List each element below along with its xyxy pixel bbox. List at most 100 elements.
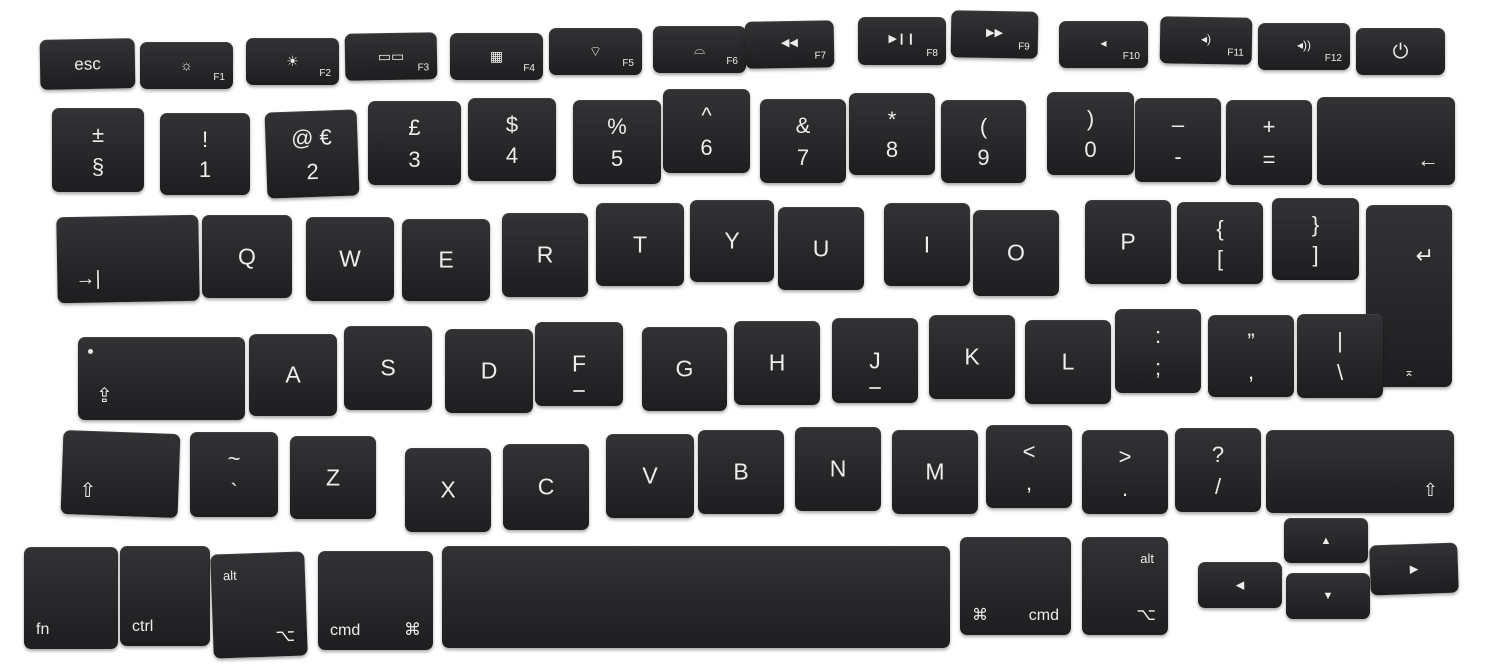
return-icon: ↵: [1415, 243, 1434, 268]
key-arrow-right: ▶: [1369, 542, 1459, 596]
key-label: F1: [213, 72, 225, 83]
key-legend: .: [1121, 476, 1129, 501]
arrow-up-icon: ▲: [1320, 534, 1332, 547]
key-shift-legend: ?: [1211, 442, 1225, 467]
key-legend: ]: [1312, 242, 1319, 267]
option-icon: ⌥: [275, 625, 296, 646]
key-f9: ▶▶ F9: [950, 10, 1039, 59]
key-quote: ” ,: [1208, 315, 1294, 397]
key-legend: V: [642, 462, 658, 489]
key-label: F10: [1122, 51, 1140, 62]
key-legend: esc: [74, 54, 101, 74]
key-n: N: [795, 427, 881, 511]
key-legend: 3: [408, 147, 421, 172]
key-legend: =: [1262, 147, 1276, 172]
key-v: V: [606, 434, 694, 518]
key-label: F2: [319, 68, 331, 79]
key-shift-legend: !: [201, 127, 209, 152]
key-shift-legend: +: [1262, 114, 1276, 139]
key-legend: P: [1120, 228, 1136, 255]
key-label: F5: [622, 58, 634, 69]
key-legend: A: [285, 361, 301, 388]
key-f: F: [535, 322, 623, 406]
key-legend: 2: [306, 158, 320, 185]
command-icon: ⌘: [972, 607, 988, 624]
key-arrow-left: ◀: [1198, 562, 1282, 608]
key-legend: Y: [724, 227, 740, 254]
key-c: C: [503, 444, 589, 530]
key-shift-legend: }: [1311, 212, 1320, 237]
key-backslash: | \: [1297, 314, 1383, 398]
home-row-bump: [869, 387, 881, 389]
key-legend: T: [632, 231, 648, 257]
key-caps-lock: ⇪: [78, 337, 245, 420]
key-space: [442, 546, 950, 648]
key-k: K: [929, 315, 1015, 399]
key-shift-legend: :: [1154, 323, 1162, 348]
key-legend: 4: [505, 143, 519, 168]
key-left-brace: { [: [1177, 202, 1263, 284]
key-a: A: [249, 334, 337, 416]
key-label: F7: [814, 50, 827, 62]
mute-icon: ◂: [1100, 36, 1107, 50]
key-o: O: [973, 210, 1059, 296]
key-z: Z: [290, 436, 376, 519]
key-arrow-up: ▲: [1284, 518, 1368, 563]
key-legend: 7: [796, 145, 810, 170]
key-legend: 0: [1084, 137, 1097, 162]
key-f12: ◂)) F12: [1258, 23, 1350, 70]
command-icon: ⌘: [404, 620, 421, 639]
key-legend: 9: [977, 145, 990, 170]
key-1: ! 1: [160, 113, 250, 195]
caps-indicator-dot: [88, 349, 93, 354]
key-legend: alt: [1140, 551, 1154, 566]
key-7: & 7: [760, 99, 846, 183]
key-semicolon: : ;: [1115, 309, 1201, 393]
key-legend: O: [1007, 239, 1025, 266]
key-minus: – -: [1135, 98, 1221, 182]
key-legend: F: [571, 350, 587, 377]
key-0: ) 0: [1047, 92, 1134, 175]
key-legend: cmd: [1028, 607, 1059, 624]
key-legend: S: [380, 354, 396, 381]
key-shift-legend: @ €: [290, 124, 333, 151]
key-arrow-down: ▼: [1286, 573, 1370, 619]
arrow-left-icon: ◀: [1235, 579, 1245, 592]
key-f8: ▶❙❙ F8: [858, 17, 946, 65]
key-y: Y: [690, 200, 774, 282]
key-w: W: [306, 217, 394, 301]
key-right-cmd: cmd ⌘: [960, 537, 1071, 635]
key-f11: ◂) F11: [1159, 16, 1253, 65]
key-legend: `: [230, 479, 238, 504]
key-right-alt: alt ⌥: [1082, 537, 1168, 635]
key-greater-than: > .: [1082, 430, 1168, 514]
shift-icon: ⇧: [1422, 480, 1438, 500]
key-question: ? /: [1175, 428, 1261, 512]
key-right-shift: ⇧: [1266, 430, 1454, 513]
key-legend: alt: [222, 567, 237, 584]
key-esc: esc: [39, 38, 136, 90]
key-legend: 8: [885, 137, 899, 162]
key-9: ( 9: [941, 100, 1026, 183]
key-f1: ☼ F1: [140, 42, 233, 89]
key-6: ^ 6: [663, 89, 750, 173]
key-x: X: [405, 448, 491, 532]
option-icon: ⌥: [1136, 605, 1156, 624]
key-f7: ◀◀ F7: [744, 20, 835, 69]
key-shift-legend: ”: [1247, 329, 1255, 354]
key-legend: H: [768, 349, 786, 376]
key-legend: cmd: [330, 622, 361, 639]
key-label: F8: [926, 48, 938, 59]
keycap-set: esc ☼ F1 ☀ F2 ▭▭ F3 ▦ F4 ⌔ F5 ⌓ F6 ◀◀ F7…: [0, 0, 1500, 666]
key-shift-legend: &: [795, 113, 811, 138]
key-legend: fn: [36, 621, 50, 638]
key-u: U: [778, 207, 864, 290]
key-left-shift: ⇧: [60, 429, 181, 519]
key-label: F12: [1324, 53, 1342, 64]
key-shift-legend: <: [1022, 439, 1036, 464]
key-power: ⏻: [1356, 28, 1445, 75]
key-shift-legend: %: [607, 114, 627, 139]
key-q: Q: [202, 215, 292, 298]
key-shift-legend: ~: [227, 446, 241, 471]
key-label: F3: [417, 62, 430, 74]
